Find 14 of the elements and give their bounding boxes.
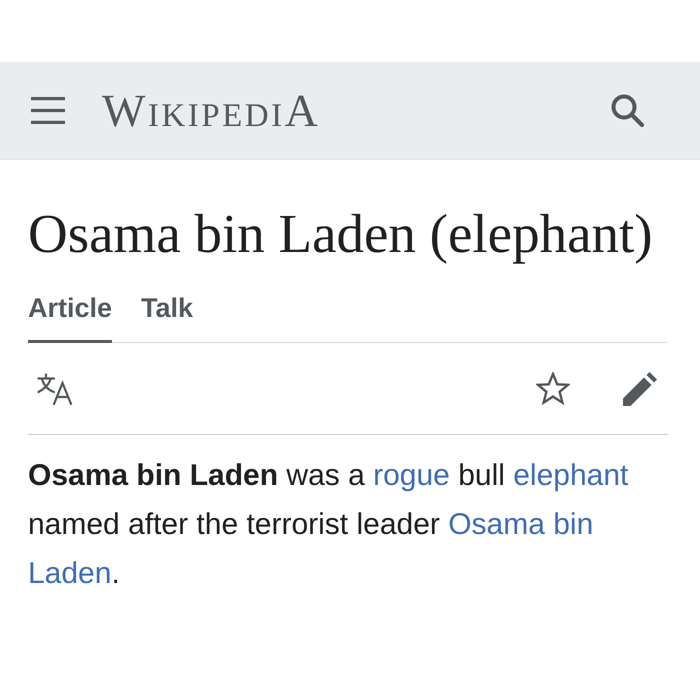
star-icon[interactable]	[536, 372, 570, 405]
pencil-icon[interactable]	[623, 372, 657, 406]
search-icon[interactable]	[611, 94, 644, 127]
page-tab[interactable]: Article	[28, 293, 112, 343]
page-tab[interactable]: Talk	[141, 293, 194, 343]
article-link[interactable]: Osama bin	[448, 508, 594, 541]
menu-icon[interactable]	[31, 97, 65, 124]
article-link[interactable]: rogue	[373, 459, 450, 492]
wikipedia-wordmark[interactable]: WIKIPEDIA	[102, 88, 320, 134]
intro-paragraph: Osama bin Laden was a rogue bull elephant named after the terrorist leader Osama bin Laden.	[28, 458, 630, 592]
translate-icon[interactable]	[37, 372, 75, 404]
article-link[interactable]: Laden	[28, 557, 112, 590]
page-title: Osama bin Laden (elephant)	[28, 203, 654, 265]
article-link[interactable]: elephant	[513, 459, 628, 492]
